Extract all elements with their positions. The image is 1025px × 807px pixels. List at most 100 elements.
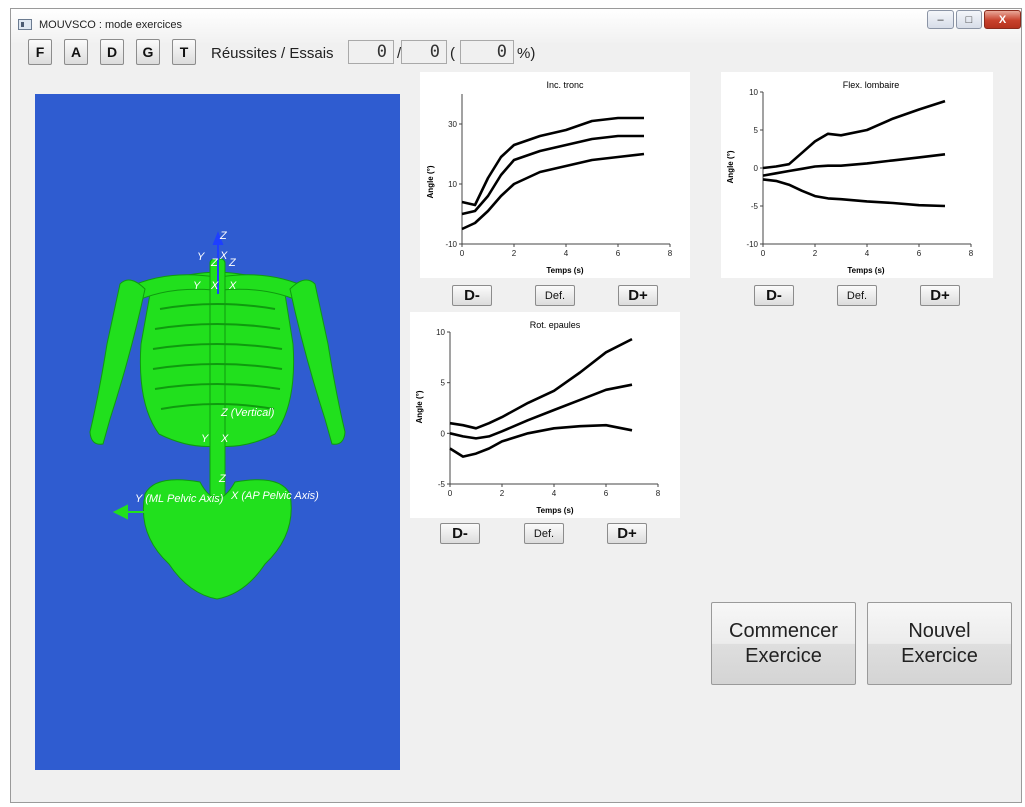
plot-title: Flex. lombaire (843, 80, 900, 90)
view-back-button[interactable]: A (64, 39, 88, 65)
x-ticks: 0 2 4 6 8 (460, 244, 673, 258)
y-axis-label: Angle (°) (726, 150, 735, 183)
axis-label: X (228, 280, 237, 292)
y-tick-label: -10 (445, 240, 457, 249)
y-axis-label: Angle (°) (426, 165, 435, 198)
plot-rot-epaules-decrease-button[interactable]: D- (440, 523, 480, 544)
ml-pelvic-axis-label: Y (ML Pelvic Axis) (135, 493, 224, 505)
vertical-axis-label: Z (Vertical) (220, 407, 275, 419)
plot-inc-tronc-increase-button[interactable]: D+ (618, 285, 658, 306)
minimize-button[interactable]: – (927, 10, 954, 29)
view-top-button[interactable]: T (172, 39, 196, 65)
y-ticks: -10 -5 0 5 10 (746, 88, 763, 249)
success-percent: 0 (460, 40, 514, 64)
y-tick-label: 10 (749, 88, 758, 97)
axis-label: Y (193, 280, 201, 292)
ap-pelvic-axis-label: X (AP Pelvic Axis) (230, 490, 319, 502)
plot-rot-epaules-default-button[interactable]: Def. (524, 523, 564, 544)
axis-label: Z (228, 257, 237, 269)
x-ticks: 0 2 4 6 8 (761, 244, 974, 258)
y-tick-label: 30 (448, 120, 457, 129)
plot-inc-tronc-default-button[interactable]: Def. (535, 285, 575, 306)
plot-flex-lombaire-canvas: Flex. lombaire Temps (s) Angle (°) 0 2 4 6 8… (726, 80, 974, 275)
view-front-button[interactable]: F (28, 39, 52, 65)
plot-flex-lombaire-increase-button[interactable]: D+ (920, 285, 960, 306)
y-tick-label: 5 (754, 126, 759, 135)
left-humerus (89, 279, 146, 445)
x-tick-label: 0 (761, 249, 766, 258)
plot-rot-epaules-increase-button[interactable]: D+ (607, 523, 647, 544)
x-axis-label: Temps (s) (847, 266, 885, 275)
x-tick-label: 4 (865, 249, 870, 258)
window-title: MOUVSCO : mode exercices (39, 19, 183, 31)
new-exercise-label-line1: Nouvel (908, 619, 971, 642)
series-lines (449, 337, 633, 458)
x-tick-label: 6 (616, 249, 621, 258)
attempts-counter: 0 (401, 40, 447, 64)
x-tick-label: 2 (500, 489, 505, 498)
y-axis-label: Angle (°) (415, 390, 424, 423)
x-axis-label: Temps (s) (546, 266, 584, 275)
close-button[interactable]: X (984, 10, 1021, 29)
skeleton-3d-viewport[interactable]: Z Y Z X Z Y X X Z (Vertical) Y X Z Y (ML… (35, 94, 400, 770)
new-exercise-button[interactable]: Nouvel Exercice (867, 602, 1012, 685)
axis-label: X (219, 250, 228, 262)
view-left-button[interactable]: G (136, 39, 160, 65)
y-tick-label: -5 (751, 202, 759, 211)
plot-title: Inc. tronc (546, 80, 584, 90)
plot-rot-epaules: Rot. epaules Temps (s) Angle (°) 0 2 4 6 8 -… (410, 312, 680, 518)
plot-inc-tronc-canvas: Inc. tronc Temps (s) Angle (°) 0 2 4 6 8 -10… (426, 80, 673, 275)
x-tick-label: 2 (813, 249, 818, 258)
x-tick-label: 8 (969, 249, 974, 258)
maximize-button[interactable]: □ (956, 10, 982, 29)
x-tick-label: 4 (564, 249, 569, 258)
plot-rot-epaules-canvas: Rot. epaules Temps (s) Angle (°) 0 2 4 6 8 -… (415, 320, 661, 515)
successes-counter: 0 (348, 40, 394, 64)
y-tick-label: -10 (746, 240, 758, 249)
x-tick-label: 8 (668, 249, 673, 258)
x-tick-label: 6 (917, 249, 922, 258)
series-line (449, 423, 633, 458)
right-humerus (289, 279, 346, 445)
y-tick-label: 0 (441, 429, 446, 438)
start-exercise-label-line1: Commencer (729, 619, 838, 642)
series-lines (461, 116, 645, 231)
x-tick-label: 4 (552, 489, 557, 498)
series-line (762, 178, 946, 208)
axis-label: Z (219, 230, 228, 242)
axis-label: Y (197, 251, 205, 263)
plot-flex-lombaire-decrease-button[interactable]: D- (754, 285, 794, 306)
x-ticks: 0 2 4 6 8 (448, 484, 661, 498)
axis-label: X (220, 433, 229, 445)
axis-label: X (210, 280, 219, 292)
y-tick-label: 10 (436, 328, 445, 337)
start-exercise-button[interactable]: Commencer Exercice (711, 602, 856, 685)
x-tick-label: 0 (448, 489, 453, 498)
axis-label: Z (210, 257, 219, 269)
y-tick-label: -5 (438, 480, 446, 489)
skeleton-render: Z Y Z X Z Y X X Z (Vertical) Y X Z Y (ML… (89, 230, 346, 600)
y-ticks: -10 10 30 (445, 120, 462, 249)
axis-label: Y (201, 433, 209, 445)
score-label: Réussites / Essais (211, 45, 334, 62)
percent-suffix: %) (517, 45, 536, 62)
y-tick-label: 0 (754, 164, 759, 173)
x-tick-label: 0 (460, 249, 465, 258)
series-line (762, 153, 946, 177)
app-icon (18, 19, 32, 30)
plot-inc-tronc-decrease-button[interactable]: D- (452, 285, 492, 306)
series-lines (762, 99, 946, 208)
y-tick-label: 10 (448, 180, 457, 189)
plot-title: Rot. epaules (530, 320, 581, 330)
x-tick-label: 6 (604, 489, 609, 498)
plot-flex-lombaire-default-button[interactable]: Def. (837, 285, 877, 306)
title-bar: MOUVSCO : mode exercices – □ X (11, 9, 1021, 43)
plot-inc-tronc: Inc. tronc Temps (s) Angle (°) 0 2 4 6 8 -10… (420, 72, 690, 278)
x-tick-label: 8 (656, 489, 661, 498)
axis-label: Z (218, 473, 227, 485)
y-ticks: -5 0 5 10 (436, 328, 450, 489)
start-exercise-label-line2: Exercice (745, 644, 822, 667)
new-exercise-label-line2: Exercice (901, 644, 978, 667)
plot-flex-lombaire: Flex. lombaire Temps (s) Angle (°) 0 2 4 6 8… (721, 72, 993, 278)
view-right-button[interactable]: D (100, 39, 124, 65)
